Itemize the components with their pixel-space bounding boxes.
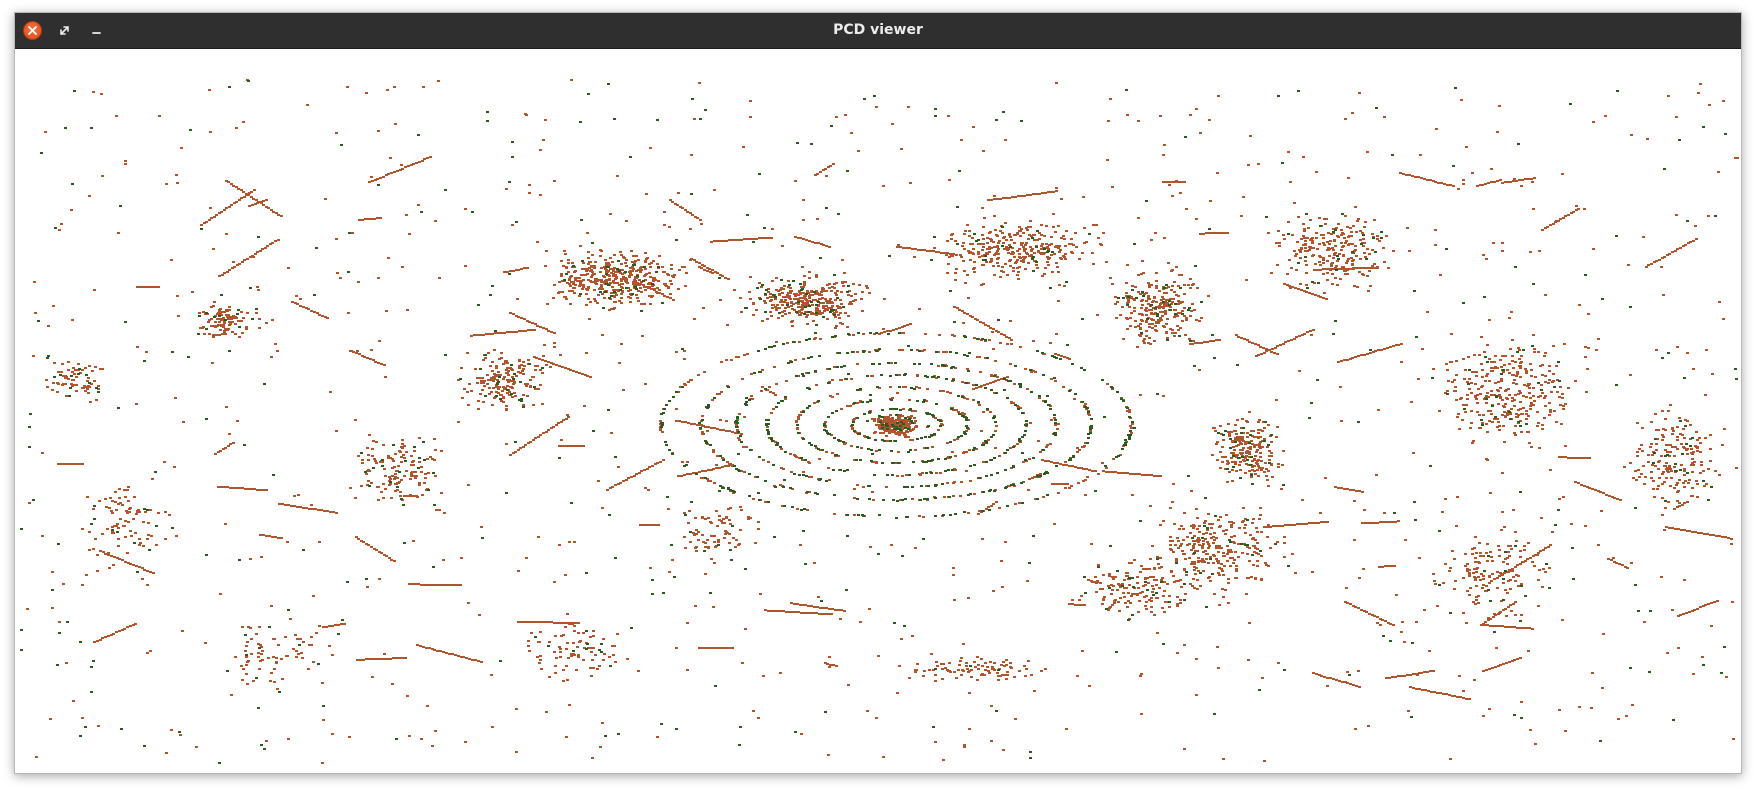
title-bar[interactable]: PCD viewer bbox=[15, 13, 1741, 49]
pcd-viewer-window: PCD viewer bbox=[14, 12, 1742, 774]
point-cloud-viewport[interactable] bbox=[15, 49, 1741, 773]
point-cloud-canvas[interactable] bbox=[15, 49, 1741, 773]
window-title: PCD viewer bbox=[833, 22, 923, 38]
point-cloud-primary-points bbox=[26, 79, 1739, 764]
